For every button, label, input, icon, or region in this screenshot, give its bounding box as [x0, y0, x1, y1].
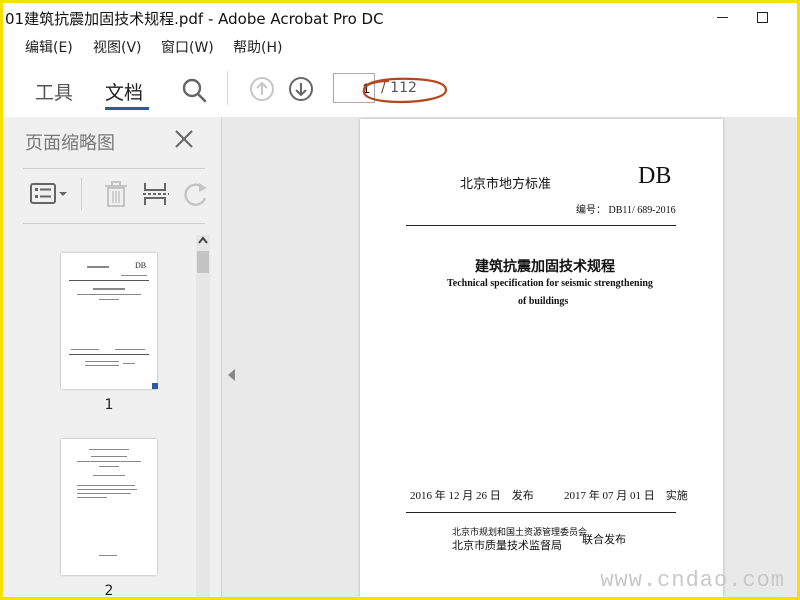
- close-icon[interactable]: [173, 128, 195, 150]
- thumb-line: [123, 363, 135, 364]
- thumb-line: [71, 349, 99, 350]
- watermark: www.cndao.com: [600, 568, 785, 593]
- doc-code: 编号： DB11/ 689-2016: [576, 205, 676, 216]
- collapse-panel-icon[interactable]: [228, 369, 235, 381]
- doc-header-right: DB: [638, 163, 672, 189]
- panel-divider: [23, 168, 205, 169]
- thumbnail-number: 2: [104, 583, 114, 599]
- thumb-db-mark: DB: [135, 261, 147, 270]
- panel-toolbar: [23, 174, 213, 214]
- doc-title-cn: 建筑抗震加固技术规程: [475, 260, 615, 275]
- menu-help[interactable]: 帮助(H): [233, 37, 282, 57]
- tab-tools[interactable]: 工具: [35, 78, 73, 105]
- thumb-line: [91, 456, 127, 457]
- page-thumbnail-1[interactable]: DB: [61, 253, 157, 389]
- thumb-line: [115, 349, 145, 350]
- thumb-line: [121, 275, 147, 276]
- thumb-line: [99, 466, 119, 467]
- panel-title: 页面缩略图: [25, 133, 115, 154]
- scroll-up-icon[interactable]: [196, 233, 210, 249]
- insert-page-icon[interactable]: [141, 180, 171, 208]
- hand-drawn-ellipse-annotation: [362, 77, 448, 104]
- thumb-rule: [69, 354, 149, 355]
- doc-title-en-1: Technical specification for seismic stre…: [447, 278, 653, 289]
- doc-publisher-2: 北京市质量技术监督局: [452, 540, 562, 552]
- previous-page-icon[interactable]: [249, 76, 275, 102]
- rotate-icon[interactable]: [181, 180, 211, 208]
- thumb-line: [99, 299, 119, 300]
- doc-header-left: 北京市地方标准: [460, 176, 552, 191]
- thumb-line: [77, 461, 141, 462]
- thumb-line: [77, 489, 137, 490]
- menu-edit[interactable]: 编辑(E): [25, 37, 73, 57]
- minimize-button[interactable]: [703, 3, 743, 33]
- doc-rule-top: [406, 225, 676, 226]
- document-page: 北京市地方标准 DB 编号： DB11/ 689-2016 建筑抗震加固技术规程…: [360, 119, 723, 597]
- thumb-line: [77, 493, 131, 494]
- menu-view[interactable]: 视图(V): [93, 37, 142, 57]
- trash-icon[interactable]: [101, 180, 131, 208]
- toolbar-divider: [227, 71, 228, 105]
- thumb-line: [89, 449, 129, 450]
- thumb-line: [77, 294, 141, 295]
- thumb-rule: [69, 280, 149, 281]
- doc-issue-date: 2016 年 12 月 26 日 发布: [410, 490, 534, 502]
- thumb-line: [87, 266, 109, 268]
- active-tab-indicator: [105, 107, 149, 110]
- app-window: 01建筑抗震加固技术规程.pdf - Adobe Acrobat Pro DC …: [0, 0, 800, 600]
- thumb-line: [85, 365, 119, 366]
- scrollbar-thumb[interactable]: [197, 251, 209, 273]
- menu-bar: 编辑(E) 视图(V) 窗口(W) 帮助(H): [3, 33, 797, 59]
- maximize-button[interactable]: [743, 3, 783, 33]
- menu-window[interactable]: 窗口(W): [161, 37, 214, 57]
- doc-title-en-2: of buildings: [518, 296, 569, 307]
- thumbnail-selection-marker: [152, 383, 158, 389]
- window-title: 01建筑抗震加固技术规程.pdf - Adobe Acrobat Pro DC: [5, 10, 384, 28]
- doc-effective-date: 2017 年 07 月 01 日 实施: [564, 490, 688, 502]
- search-icon[interactable]: [181, 77, 207, 103]
- doc-joint-publish: 联合发布: [582, 534, 626, 546]
- thumbnail-number: 1: [104, 397, 114, 413]
- options-menu-icon[interactable]: [29, 180, 69, 208]
- thumb-line: [93, 288, 125, 290]
- tab-document[interactable]: 文档: [105, 78, 143, 105]
- doc-rule-bottom: [406, 512, 676, 513]
- panel-toolbar-divider: [81, 178, 82, 210]
- page-thumbnails-panel: 页面缩略图 DB 1 2: [3, 117, 222, 597]
- thumb-line: [93, 475, 125, 476]
- panel-divider-2: [23, 223, 205, 224]
- next-page-icon[interactable]: [288, 76, 314, 102]
- title-bar: 01建筑抗震加固技术规程.pdf - Adobe Acrobat Pro DC: [3, 3, 797, 33]
- toolbar: 工具 文档 / 112: [3, 61, 797, 118]
- page-thumbnail-2[interactable]: [61, 439, 157, 575]
- thumb-line: [85, 361, 119, 362]
- thumb-line: [77, 485, 135, 486]
- thumb-line: [99, 555, 117, 556]
- thumb-line: [77, 497, 107, 498]
- scrollbar-track[interactable]: [196, 235, 210, 597]
